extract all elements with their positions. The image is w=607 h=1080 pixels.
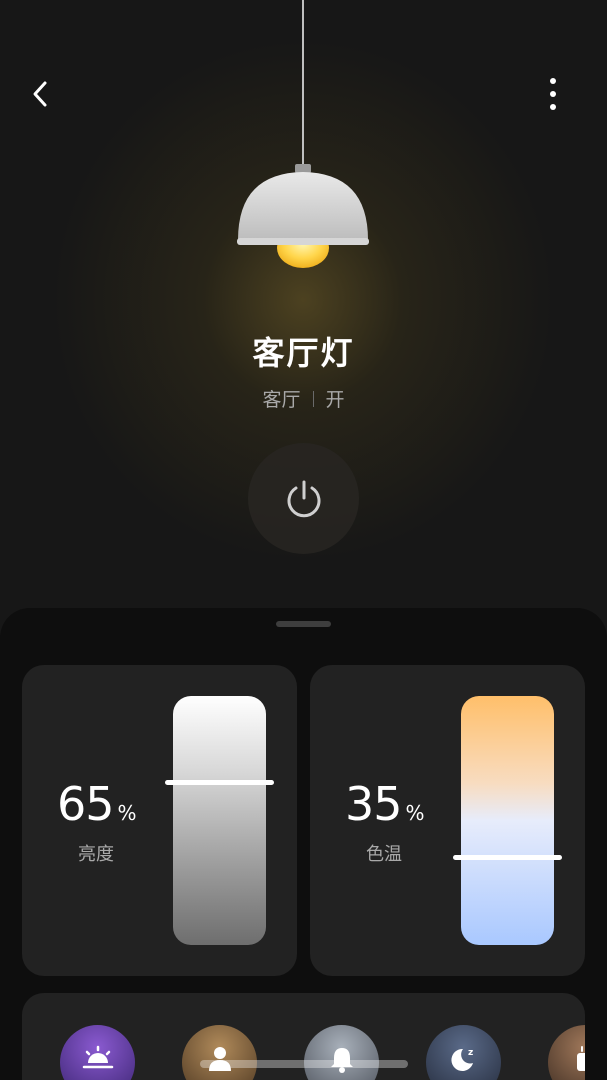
brightness-readout: 65 %: [57, 777, 137, 831]
back-button[interactable]: [22, 76, 58, 112]
color-temp-slider[interactable]: [453, 696, 562, 945]
brightness-card: 65 % 亮度: [22, 665, 297, 976]
person-icon: [208, 1047, 231, 1071]
scene-sunrise-button[interactable]: [60, 1025, 135, 1080]
color-temp-label: 色温: [366, 844, 402, 865]
device-subtitle: 客厅 开: [0, 385, 607, 412]
color-temp-slider-thumb[interactable]: [453, 855, 562, 860]
pendant-lamp-illustration: [237, 0, 369, 268]
more-vertical-icon: [550, 78, 556, 110]
svg-text:z: z: [468, 1048, 473, 1058]
color-temp-value: 35: [345, 777, 403, 831]
scene-person-button[interactable]: [182, 1025, 257, 1080]
brightness-slider[interactable]: [165, 696, 274, 945]
brightness-unit: %: [117, 801, 137, 825]
sunrise-icon: [82, 1045, 113, 1069]
scene-alarm-button[interactable]: [304, 1025, 379, 1080]
device-screen: 客厅灯 客厅 开 65 % 亮度 35 % 色温 z: [0, 0, 607, 1080]
coffee-icon: [576, 1046, 585, 1071]
power-button[interactable]: [248, 443, 359, 554]
color-temp-card: 35 % 色温: [310, 665, 585, 976]
device-title: 客厅灯: [252, 334, 355, 372]
power-icon: [287, 480, 320, 517]
moon-sleep-icon: z: [450, 1048, 473, 1071]
color-temp-unit: %: [405, 801, 425, 825]
home-indicator[interactable]: [200, 1060, 408, 1068]
divider: [312, 390, 314, 407]
more-options-button[interactable]: [535, 74, 571, 114]
brightness-label: 亮度: [78, 844, 114, 865]
scene-coffee-button[interactable]: [548, 1025, 585, 1080]
chevron-left-icon: [33, 81, 47, 107]
brightness-value: 65: [57, 777, 115, 831]
color-temp-readout: 35 %: [345, 777, 425, 831]
control-sheet: 65 % 亮度 35 % 色温 z: [0, 608, 607, 1080]
brightness-slider-thumb[interactable]: [165, 780, 274, 785]
sheet-drag-handle[interactable]: [276, 621, 331, 627]
scene-sleep-button[interactable]: z: [426, 1025, 501, 1080]
power-state-label: 开: [325, 389, 345, 411]
bell-icon: [330, 1048, 353, 1073]
room-label: 客厅: [262, 389, 301, 411]
